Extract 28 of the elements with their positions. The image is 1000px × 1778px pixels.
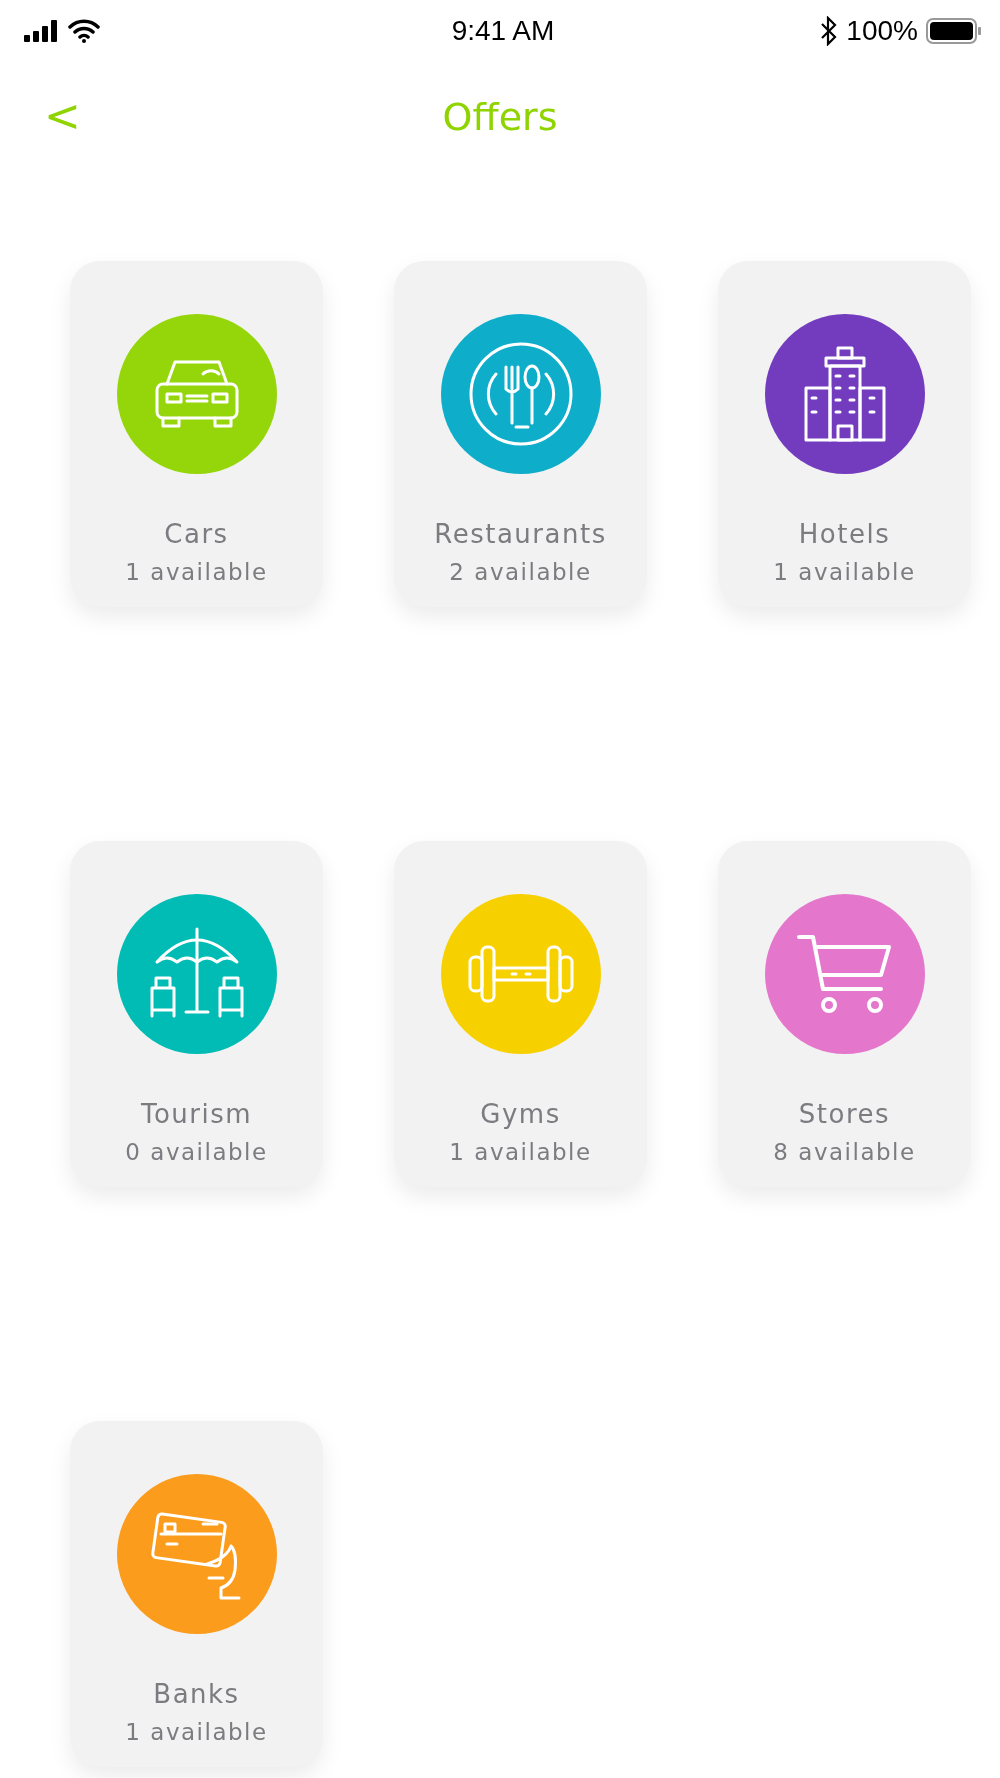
- category-name: Banks: [153, 1679, 240, 1709]
- page-title: Offers: [442, 95, 558, 139]
- battery-icon: [926, 18, 982, 44]
- category-name: Cars: [164, 519, 229, 549]
- wifi-icon: [68, 19, 100, 43]
- battery-percentage: 100%: [846, 15, 918, 47]
- status-time: 9:41 AM: [451, 15, 555, 47]
- bluetooth-icon: [820, 16, 839, 46]
- available-count: 1 available: [449, 1139, 592, 1165]
- category-card[interactable]: Restaurants 2 available: [394, 261, 647, 607]
- signal-icon: [24, 20, 60, 42]
- category-name: Tourism: [140, 1099, 253, 1129]
- category-name: Restaurants: [434, 519, 607, 549]
- category-name: Gyms: [480, 1099, 561, 1129]
- category-card[interactable]: Hotels 1 available: [718, 261, 971, 607]
- category-card[interactable]: Banks 1 available: [70, 1421, 323, 1767]
- available-count: 0 available: [125, 1139, 268, 1165]
- available-count: 1 available: [773, 559, 916, 585]
- category-card[interactable]: Tourism 0 available: [70, 841, 323, 1187]
- available-count: 1 available: [125, 559, 268, 585]
- category-card[interactable]: Gyms 1 available: [394, 841, 647, 1187]
- available-count: 2 available: [449, 559, 592, 585]
- category-card[interactable]: Cars 1 available: [70, 261, 323, 607]
- category-name: Hotels: [798, 519, 891, 549]
- available-count: 8 available: [773, 1139, 916, 1165]
- category-name: Stores: [798, 1099, 891, 1129]
- category-card[interactable]: Stores 8 available: [718, 841, 971, 1187]
- available-count: 1 available: [125, 1719, 268, 1745]
